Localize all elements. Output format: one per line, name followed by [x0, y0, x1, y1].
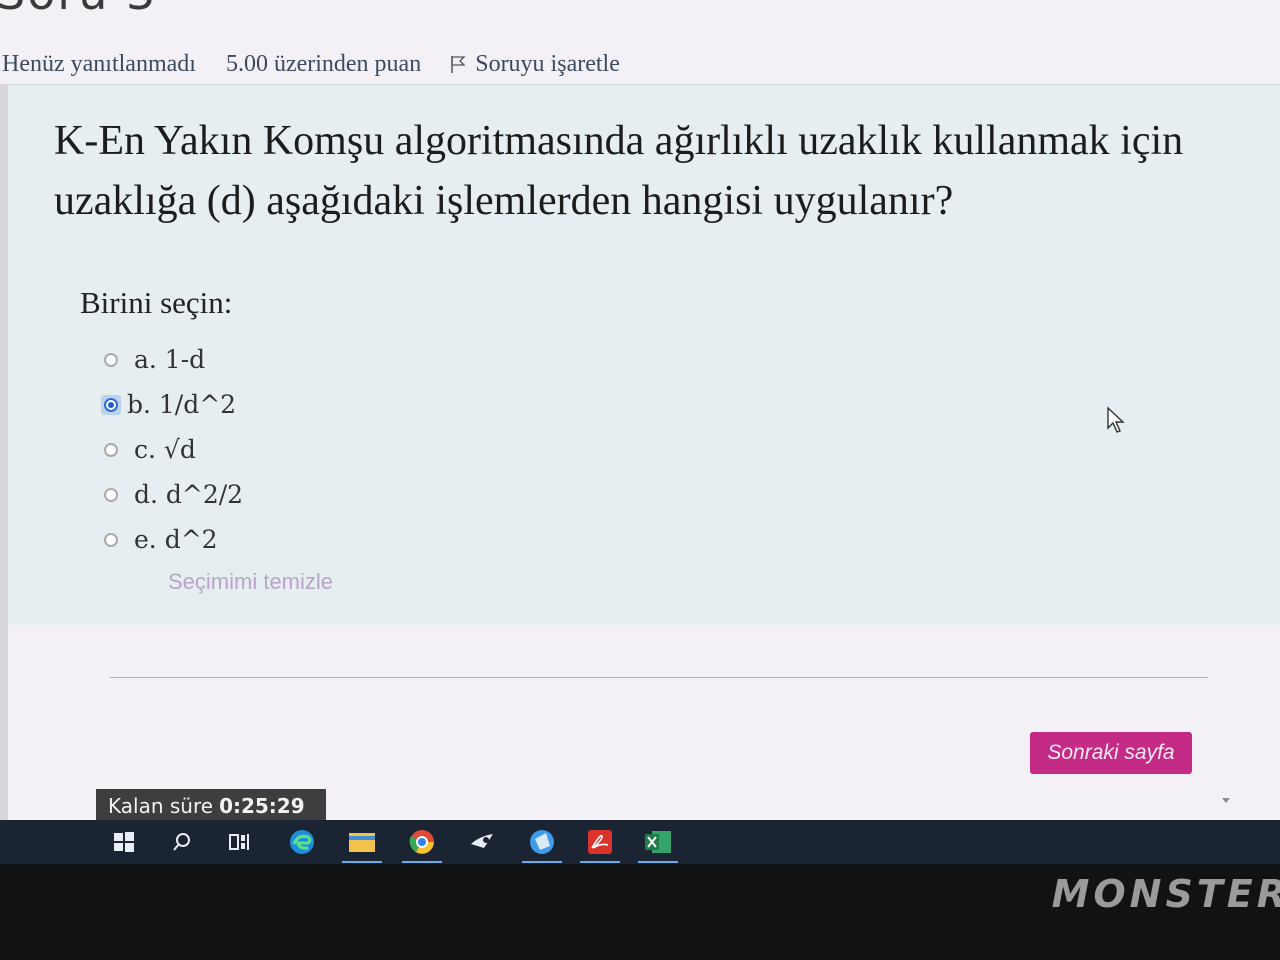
- page-heading: Soru 3: [0, 0, 157, 20]
- answer-option-a[interactable]: a. 1-d: [104, 337, 243, 382]
- app-icon[interactable]: [522, 828, 562, 863]
- answer-prompt: Birini seçin:: [80, 285, 233, 320]
- answer-options: a. 1-d b. 1/d^2 c. √d d. d^2/2 e. d^2: [101, 337, 243, 562]
- question-state: Henüz yanıtlanmadı: [2, 50, 196, 77]
- answer-option-label: e. d^2: [134, 525, 218, 554]
- radio-button[interactable]: [104, 442, 118, 457]
- answer-option-label: b. 1/d^2: [127, 390, 237, 419]
- clear-choice-link[interactable]: Seçimimi temizle: [168, 569, 333, 595]
- next-page-button[interactable]: Sonraki sayfa: [1030, 732, 1192, 774]
- answer-option-d[interactable]: d. d^2/2: [104, 472, 243, 517]
- flag-question-label: Soruyu işaretle: [475, 50, 620, 77]
- answer-option-e[interactable]: e. d^2: [104, 517, 243, 562]
- steam-icon[interactable]: [468, 828, 496, 856]
- question-content: K-En Yakın Komşu algoritmasında ağırlıkl…: [8, 84, 1280, 625]
- monitor-brand-logo: MONSTER: [1051, 872, 1280, 916]
- answer-option-label: c. √d: [134, 435, 196, 464]
- timer-value: 0:25:29: [219, 794, 305, 818]
- radio-button[interactable]: [104, 532, 118, 547]
- windows-taskbar: [0, 820, 1280, 864]
- section-divider: [110, 677, 1208, 678]
- question-info-bar: Henüz yanıtlanmadı 5.00 üzerinden puan S…: [0, 44, 900, 84]
- radio-button-selected[interactable]: [104, 397, 118, 412]
- excel-icon[interactable]: [638, 828, 678, 863]
- search-icon[interactable]: [168, 828, 196, 856]
- flag-icon: [451, 56, 466, 73]
- answer-option-label: d. d^2/2: [134, 480, 244, 509]
- windows-start-icon[interactable]: [110, 828, 138, 856]
- edge-icon[interactable]: [288, 828, 316, 856]
- radio-button[interactable]: [104, 352, 118, 367]
- radio-focus-ring: [101, 394, 121, 415]
- flag-question-link[interactable]: Soruyu işaretle: [449, 51, 620, 78]
- question-grade: 5.00 üzerinden puan: [225, 50, 422, 77]
- radio-button[interactable]: [104, 487, 118, 502]
- answer-option-b[interactable]: b. 1/d^2: [101, 382, 243, 427]
- file-explorer-icon[interactable]: [342, 828, 382, 863]
- answer-option-c[interactable]: c. √d: [104, 427, 243, 472]
- mouse-cursor-icon: [1107, 406, 1125, 433]
- question-text: K-En Yakın Komşu algoritmasında ağırlıkl…: [54, 118, 1184, 224]
- chrome-icon[interactable]: [402, 828, 442, 863]
- acrobat-icon[interactable]: [580, 828, 620, 863]
- timer-label: Kalan süre: [108, 794, 214, 818]
- answer-option-label: a. 1-d: [134, 345, 206, 374]
- task-view-icon[interactable]: [226, 828, 254, 856]
- scroll-down-icon[interactable]: [1222, 798, 1230, 803]
- quiz-timer: Kalan süre 0:25:29: [96, 789, 326, 823]
- left-panel-edge: [0, 84, 8, 820]
